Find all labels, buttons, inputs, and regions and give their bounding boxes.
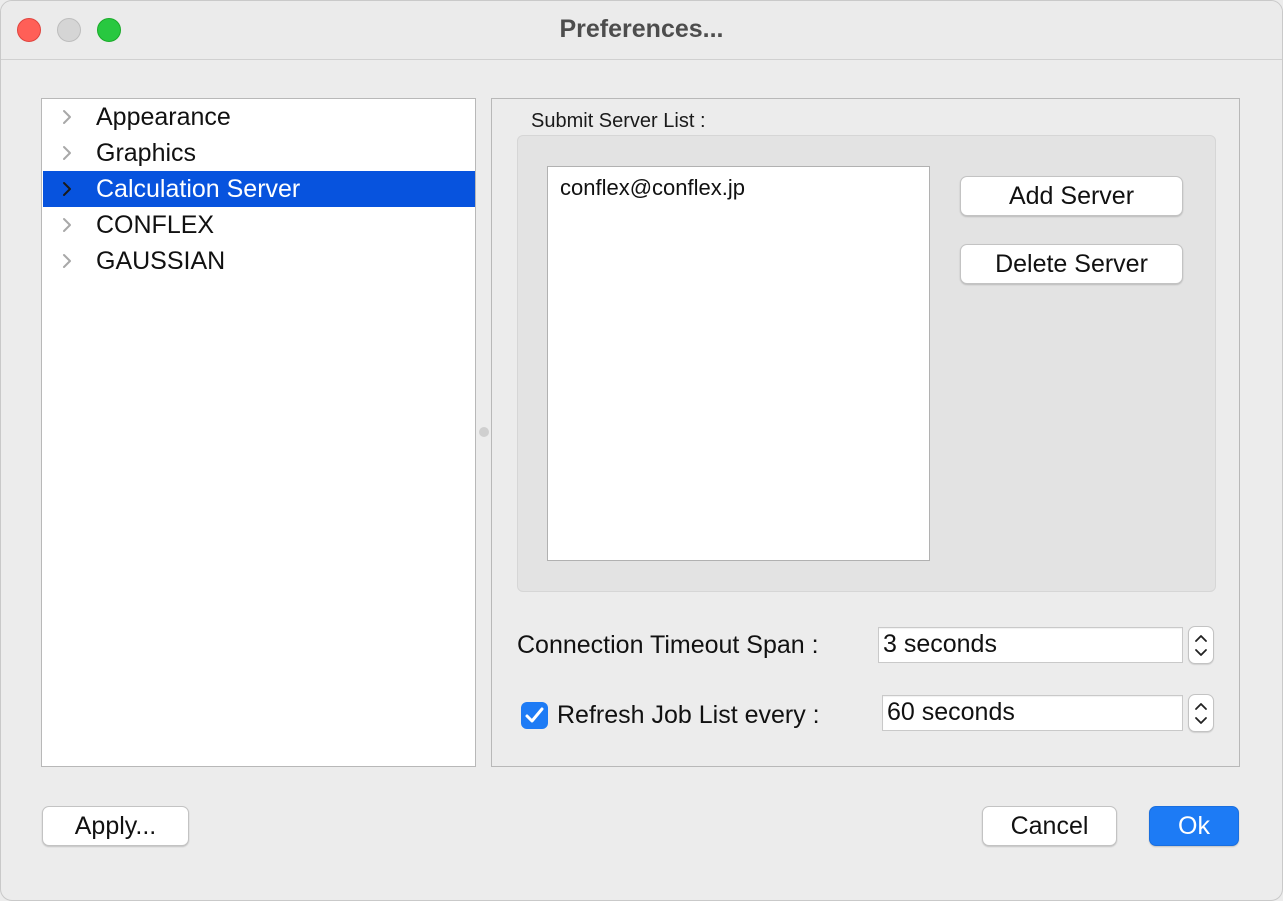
tree-item-label: Calculation Server — [96, 175, 301, 203]
checkmark-icon — [525, 707, 544, 723]
chevron-down-icon[interactable] — [1194, 716, 1208, 726]
tree-item-label: GAUSSIAN — [96, 247, 226, 275]
tree-item-label: Appearance — [96, 103, 231, 131]
connection-timeout-field[interactable]: 3 seconds — [878, 627, 1183, 663]
tree-item-label: Graphics — [96, 139, 197, 167]
refresh-job-list-checkbox[interactable] — [521, 702, 548, 729]
tree-item-graphics[interactable]: Graphics — [43, 135, 475, 171]
window-title: Preferences... — [559, 15, 724, 43]
delete-server-button[interactable]: Delete Server — [960, 244, 1183, 284]
tree-item-label: CONFLEX — [96, 211, 215, 239]
apply-button[interactable]: Apply... — [42, 806, 189, 846]
tree-item-calculation-server[interactable]: Calculation Server — [43, 171, 475, 207]
refresh-interval-stepper[interactable] — [1188, 694, 1214, 732]
preferences-category-tree[interactable]: Appearance Graphics Calculation Server C… — [41, 98, 476, 767]
chevron-right-icon[interactable] — [57, 107, 77, 127]
refresh-job-list-label[interactable]: Refresh Job List every : — [557, 701, 820, 730]
cancel-button[interactable]: Cancel — [982, 806, 1117, 846]
refresh-interval-field[interactable]: 60 seconds — [882, 695, 1183, 731]
chevron-right-icon[interactable] — [57, 179, 77, 199]
connection-timeout-stepper[interactable] — [1188, 626, 1214, 664]
ok-button[interactable]: Ok — [1149, 806, 1239, 846]
server-list-group-title: Submit Server List : — [531, 110, 706, 132]
add-server-button[interactable]: Add Server — [960, 176, 1183, 216]
split-view-handle[interactable] — [479, 427, 489, 437]
chevron-up-icon[interactable] — [1194, 701, 1208, 711]
chevron-right-icon[interactable] — [57, 215, 77, 235]
chevron-up-icon[interactable] — [1194, 633, 1208, 643]
title-bar: Preferences... — [1, 1, 1282, 60]
chevron-right-icon[interactable] — [57, 143, 77, 163]
tree-item-appearance[interactable]: Appearance — [43, 99, 475, 135]
server-list-item[interactable]: conflex@conflex.jp — [560, 175, 745, 201]
tree-item-conflex[interactable]: CONFLEX — [43, 207, 475, 243]
preferences-window: Preferences... Appearance Graphics Calcu… — [0, 0, 1283, 901]
chevron-down-icon[interactable] — [1194, 648, 1208, 658]
server-list[interactable]: conflex@conflex.jp — [547, 166, 930, 561]
tree-item-gaussian[interactable]: GAUSSIAN — [43, 243, 475, 279]
connection-timeout-label: Connection Timeout Span : — [517, 631, 819, 659]
chevron-right-icon[interactable] — [57, 251, 77, 271]
